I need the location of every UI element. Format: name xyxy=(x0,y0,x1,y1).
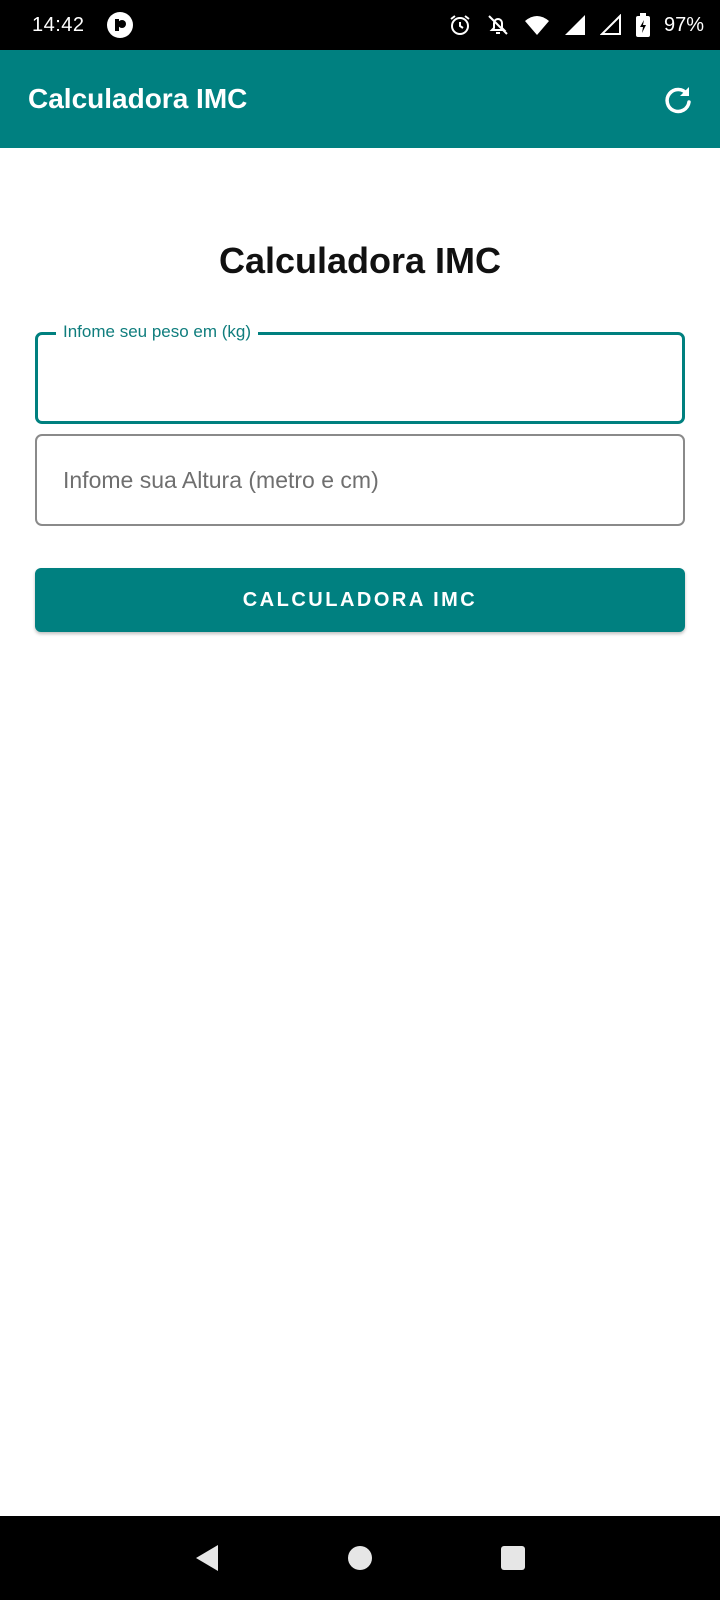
status-left: 14:42 xyxy=(32,12,133,38)
back-icon xyxy=(195,1545,218,1571)
status-time: 14:42 xyxy=(32,13,85,36)
battery-icon xyxy=(635,13,650,37)
back-button[interactable] xyxy=(177,1528,237,1588)
app-bar: Calculadora IMC xyxy=(0,50,720,148)
recents-icon xyxy=(501,1546,526,1570)
screen: 14:42 97% Calculadora IMC Calculadora IM… xyxy=(0,0,720,1600)
height-field[interactable] xyxy=(35,434,685,526)
nav-bar xyxy=(0,1516,720,1600)
weight-field[interactable]: Infome seu peso em (kg) xyxy=(35,322,685,424)
app-bar-title: Calculadora IMC xyxy=(28,83,248,114)
height-input[interactable] xyxy=(37,436,683,524)
battery-percentage: 97% xyxy=(663,13,704,36)
status-right: 97% xyxy=(448,13,704,37)
refresh-icon xyxy=(665,87,691,114)
weight-input[interactable] xyxy=(38,335,682,421)
page-title: Calculadora IMC xyxy=(218,240,502,281)
home-icon xyxy=(347,1546,372,1570)
status-bar: 14:42 97% xyxy=(0,0,720,50)
home-button[interactable] xyxy=(330,1528,390,1588)
recents-button[interactable] xyxy=(483,1528,543,1588)
alarm-icon xyxy=(448,13,472,37)
calculate-button[interactable]: CALCULADORA IMC xyxy=(35,568,685,632)
wifi-icon xyxy=(524,14,550,36)
notifications-off-icon xyxy=(486,13,510,37)
signal-empty-icon xyxy=(599,14,622,36)
refresh-button[interactable] xyxy=(658,79,698,119)
signal-icon xyxy=(564,14,586,36)
app-notification-icon xyxy=(106,12,133,38)
